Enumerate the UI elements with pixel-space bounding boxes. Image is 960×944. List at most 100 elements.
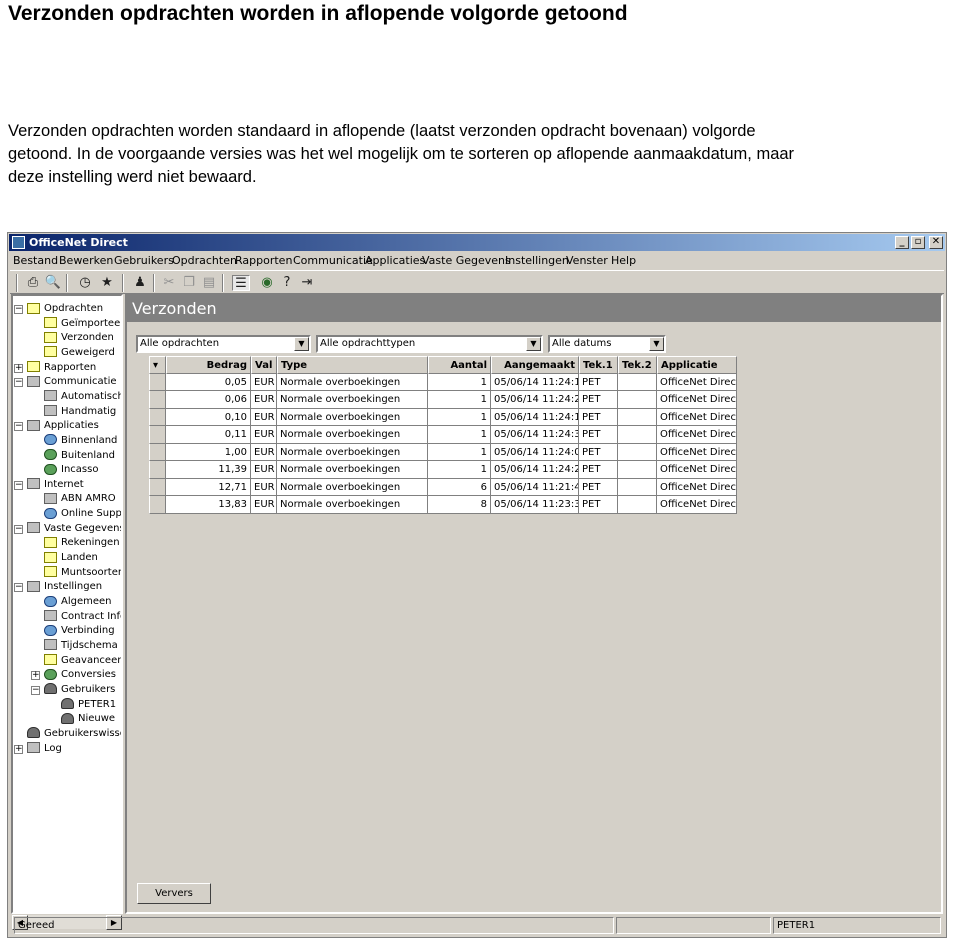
- tree-item[interactable]: Gebruikers: [44, 683, 115, 697]
- tree-expander-icon[interactable]: −: [14, 480, 23, 490]
- clock-icon[interactable]: ◷: [76, 275, 94, 291]
- menu-rapporten[interactable]: Rapporten: [235, 252, 292, 270]
- tree-item[interactable]: Rekeningen: [44, 536, 120, 550]
- table-row[interactable]: 0,06 EUR Normale overboekingen 1 05/06/14 11…: [149, 391, 737, 409]
- menu-opdrachten[interactable]: Opdrachten: [172, 252, 237, 270]
- tree-item[interactable]: Nieuwe: [61, 712, 115, 726]
- tree-item[interactable]: Opdrachten: [27, 302, 103, 316]
- preview-icon[interactable]: 🔍: [44, 275, 62, 291]
- table-row[interactable]: 11,39 EUR Normale overboekingen 1 05/06/14 1…: [149, 461, 737, 479]
- exit-icon[interactable]: ⇥: [298, 275, 316, 291]
- tree-expander-icon[interactable]: −: [14, 583, 23, 593]
- row-selector[interactable]: [149, 478, 166, 496]
- print-icon[interactable]: ⎙: [24, 275, 42, 291]
- chevron-down-icon[interactable]: ▼: [294, 337, 309, 351]
- column-header[interactable]: Applicatie: [657, 356, 737, 374]
- row-selector[interactable]: [149, 496, 166, 514]
- sort-indicator-icon[interactable]: ▾: [149, 356, 166, 374]
- chevron-down-icon[interactable]: ▼: [649, 337, 664, 351]
- row-selector[interactable]: [149, 461, 166, 479]
- tree-expander-icon[interactable]: −: [14, 378, 23, 388]
- menu-vaste-gegevens[interactable]: Vaste Gegevens: [422, 252, 511, 270]
- tree-item[interactable]: ABN AMRO: [44, 492, 116, 506]
- table-row[interactable]: 13,83 EUR Normale overboekingen 8 05/06/14 1…: [149, 496, 737, 514]
- table-row[interactable]: 0,11 EUR Normale overboekingen 1 05/06/14 11…: [149, 426, 737, 444]
- menu-venster[interactable]: Venster: [566, 252, 608, 270]
- tree-expander-icon[interactable]: +: [14, 363, 23, 373]
- tree-item[interactable]: Geïmporteerd: [44, 317, 121, 331]
- tree-item[interactable]: Incasso: [44, 463, 98, 477]
- app-icon[interactable]: [12, 236, 25, 249]
- menu-bewerken[interactable]: Bewerken: [59, 252, 113, 270]
- row-selector[interactable]: [149, 426, 166, 444]
- types-filter-select[interactable]: Alle opdrachttypen ▼: [316, 335, 543, 353]
- column-header[interactable]: Aangemaakt: [491, 356, 579, 374]
- tree-expander-icon[interactable]: −: [14, 422, 23, 432]
- tree-item[interactable]: Automatisch: [44, 390, 121, 404]
- restore-button[interactable]: ▫: [911, 236, 925, 249]
- tree-expander-icon[interactable]: −: [14, 305, 23, 314]
- row-selector[interactable]: [149, 443, 166, 461]
- tree-expander-icon[interactable]: −: [31, 685, 40, 695]
- menu-instellingen[interactable]: Instellingen: [505, 252, 569, 270]
- tree-item[interactable]: Communicatie: [27, 375, 117, 389]
- column-header[interactable]: Type: [277, 356, 428, 374]
- menu-gebruikers[interactable]: Gebruikers: [114, 252, 174, 270]
- help-icon[interactable]: ?: [278, 275, 296, 291]
- row-selector[interactable]: [149, 373, 166, 391]
- tree-item[interactable]: Geavanceerd: [44, 654, 121, 668]
- orders-filter-select[interactable]: Alle opdrachten ▼: [136, 335, 311, 353]
- tree-item[interactable]: Buitenland: [44, 449, 115, 463]
- title-bar[interactable]: OfficeNet Direct _ ▫ ✕: [9, 234, 945, 251]
- tree-expander-icon[interactable]: +: [14, 744, 23, 754]
- close-button[interactable]: ✕: [929, 236, 943, 249]
- tree-item[interactable]: Handmatig: [44, 405, 116, 419]
- tree-item[interactable]: Tijdschema: [44, 639, 118, 653]
- globe-icon[interactable]: ◉: [258, 275, 276, 291]
- table-row[interactable]: 1,00 EUR Normale overboekingen 1 05/06/14 11…: [149, 443, 737, 461]
- users-icon[interactable]: ♟: [131, 275, 149, 291]
- refresh-button[interactable]: Ververs: [137, 883, 211, 904]
- column-header[interactable]: Val: [251, 356, 277, 374]
- tree-item[interactable]: Muntsoorten: [44, 566, 121, 580]
- tree-item[interactable]: PETER1: [61, 698, 116, 712]
- table-row[interactable]: 0,05 EUR Normale overboekingen 1 05/06/14 11…: [149, 373, 737, 391]
- cut-icon[interactable]: ✂: [160, 275, 178, 291]
- column-header[interactable]: Tek.1: [579, 356, 618, 374]
- tree-view-icon[interactable]: ☰: [232, 275, 250, 291]
- copy-icon[interactable]: ❐: [180, 275, 198, 291]
- menu-communicatie[interactable]: Communicatie: [293, 252, 373, 270]
- menu-help[interactable]: Help: [611, 252, 636, 270]
- table-row[interactable]: 0,10 EUR Normale overboekingen 1 05/06/14 11…: [149, 408, 737, 426]
- dates-filter-select[interactable]: Alle datums ▼: [548, 335, 666, 353]
- column-header[interactable]: Aantal: [428, 356, 491, 374]
- tree-item[interactable]: Online Support: [44, 507, 121, 521]
- tree-expander-icon[interactable]: −: [14, 524, 23, 534]
- tree-item[interactable]: Applicaties: [27, 419, 99, 433]
- tree-item[interactable]: Contract Info: [44, 610, 121, 624]
- tree-item[interactable]: Landen: [44, 551, 98, 565]
- tree-item[interactable]: Instellingen: [27, 580, 102, 594]
- tree-item[interactable]: Vaste Gegevens: [27, 522, 121, 536]
- menu-applicaties[interactable]: Applicaties: [365, 252, 425, 270]
- column-header[interactable]: Bedrag: [166, 356, 251, 374]
- tree-item[interactable]: Verbinding: [44, 624, 115, 638]
- minimize-button[interactable]: _: [895, 236, 909, 249]
- tree-item[interactable]: Binnenland: [44, 434, 117, 448]
- tree-expander-icon[interactable]: +: [31, 671, 40, 681]
- tree-item[interactable]: Log: [27, 742, 62, 756]
- navigation-tree[interactable]: − Opdrachten Geïmporteerd Verzonden Geweiger…: [11, 294, 123, 914]
- tree-item[interactable]: Algemeen: [44, 595, 112, 609]
- tree-item[interactable]: Rapporten: [27, 361, 96, 375]
- chevron-down-icon[interactable]: ▼: [526, 337, 541, 351]
- tree-item[interactable]: Verzonden: [44, 331, 114, 345]
- row-selector[interactable]: [149, 408, 166, 426]
- row-selector[interactable]: [149, 391, 166, 409]
- menu-bestand[interactable]: Bestand: [13, 252, 58, 270]
- tree-item[interactable]: Conversies: [44, 668, 116, 682]
- column-header[interactable]: Tek.2: [618, 356, 657, 374]
- wizard-icon[interactable]: ★: [98, 275, 116, 291]
- tree-item[interactable]: Internet: [27, 478, 84, 492]
- tree-item[interactable]: Geweigerd: [44, 346, 115, 360]
- paste-icon[interactable]: ▤: [200, 275, 218, 291]
